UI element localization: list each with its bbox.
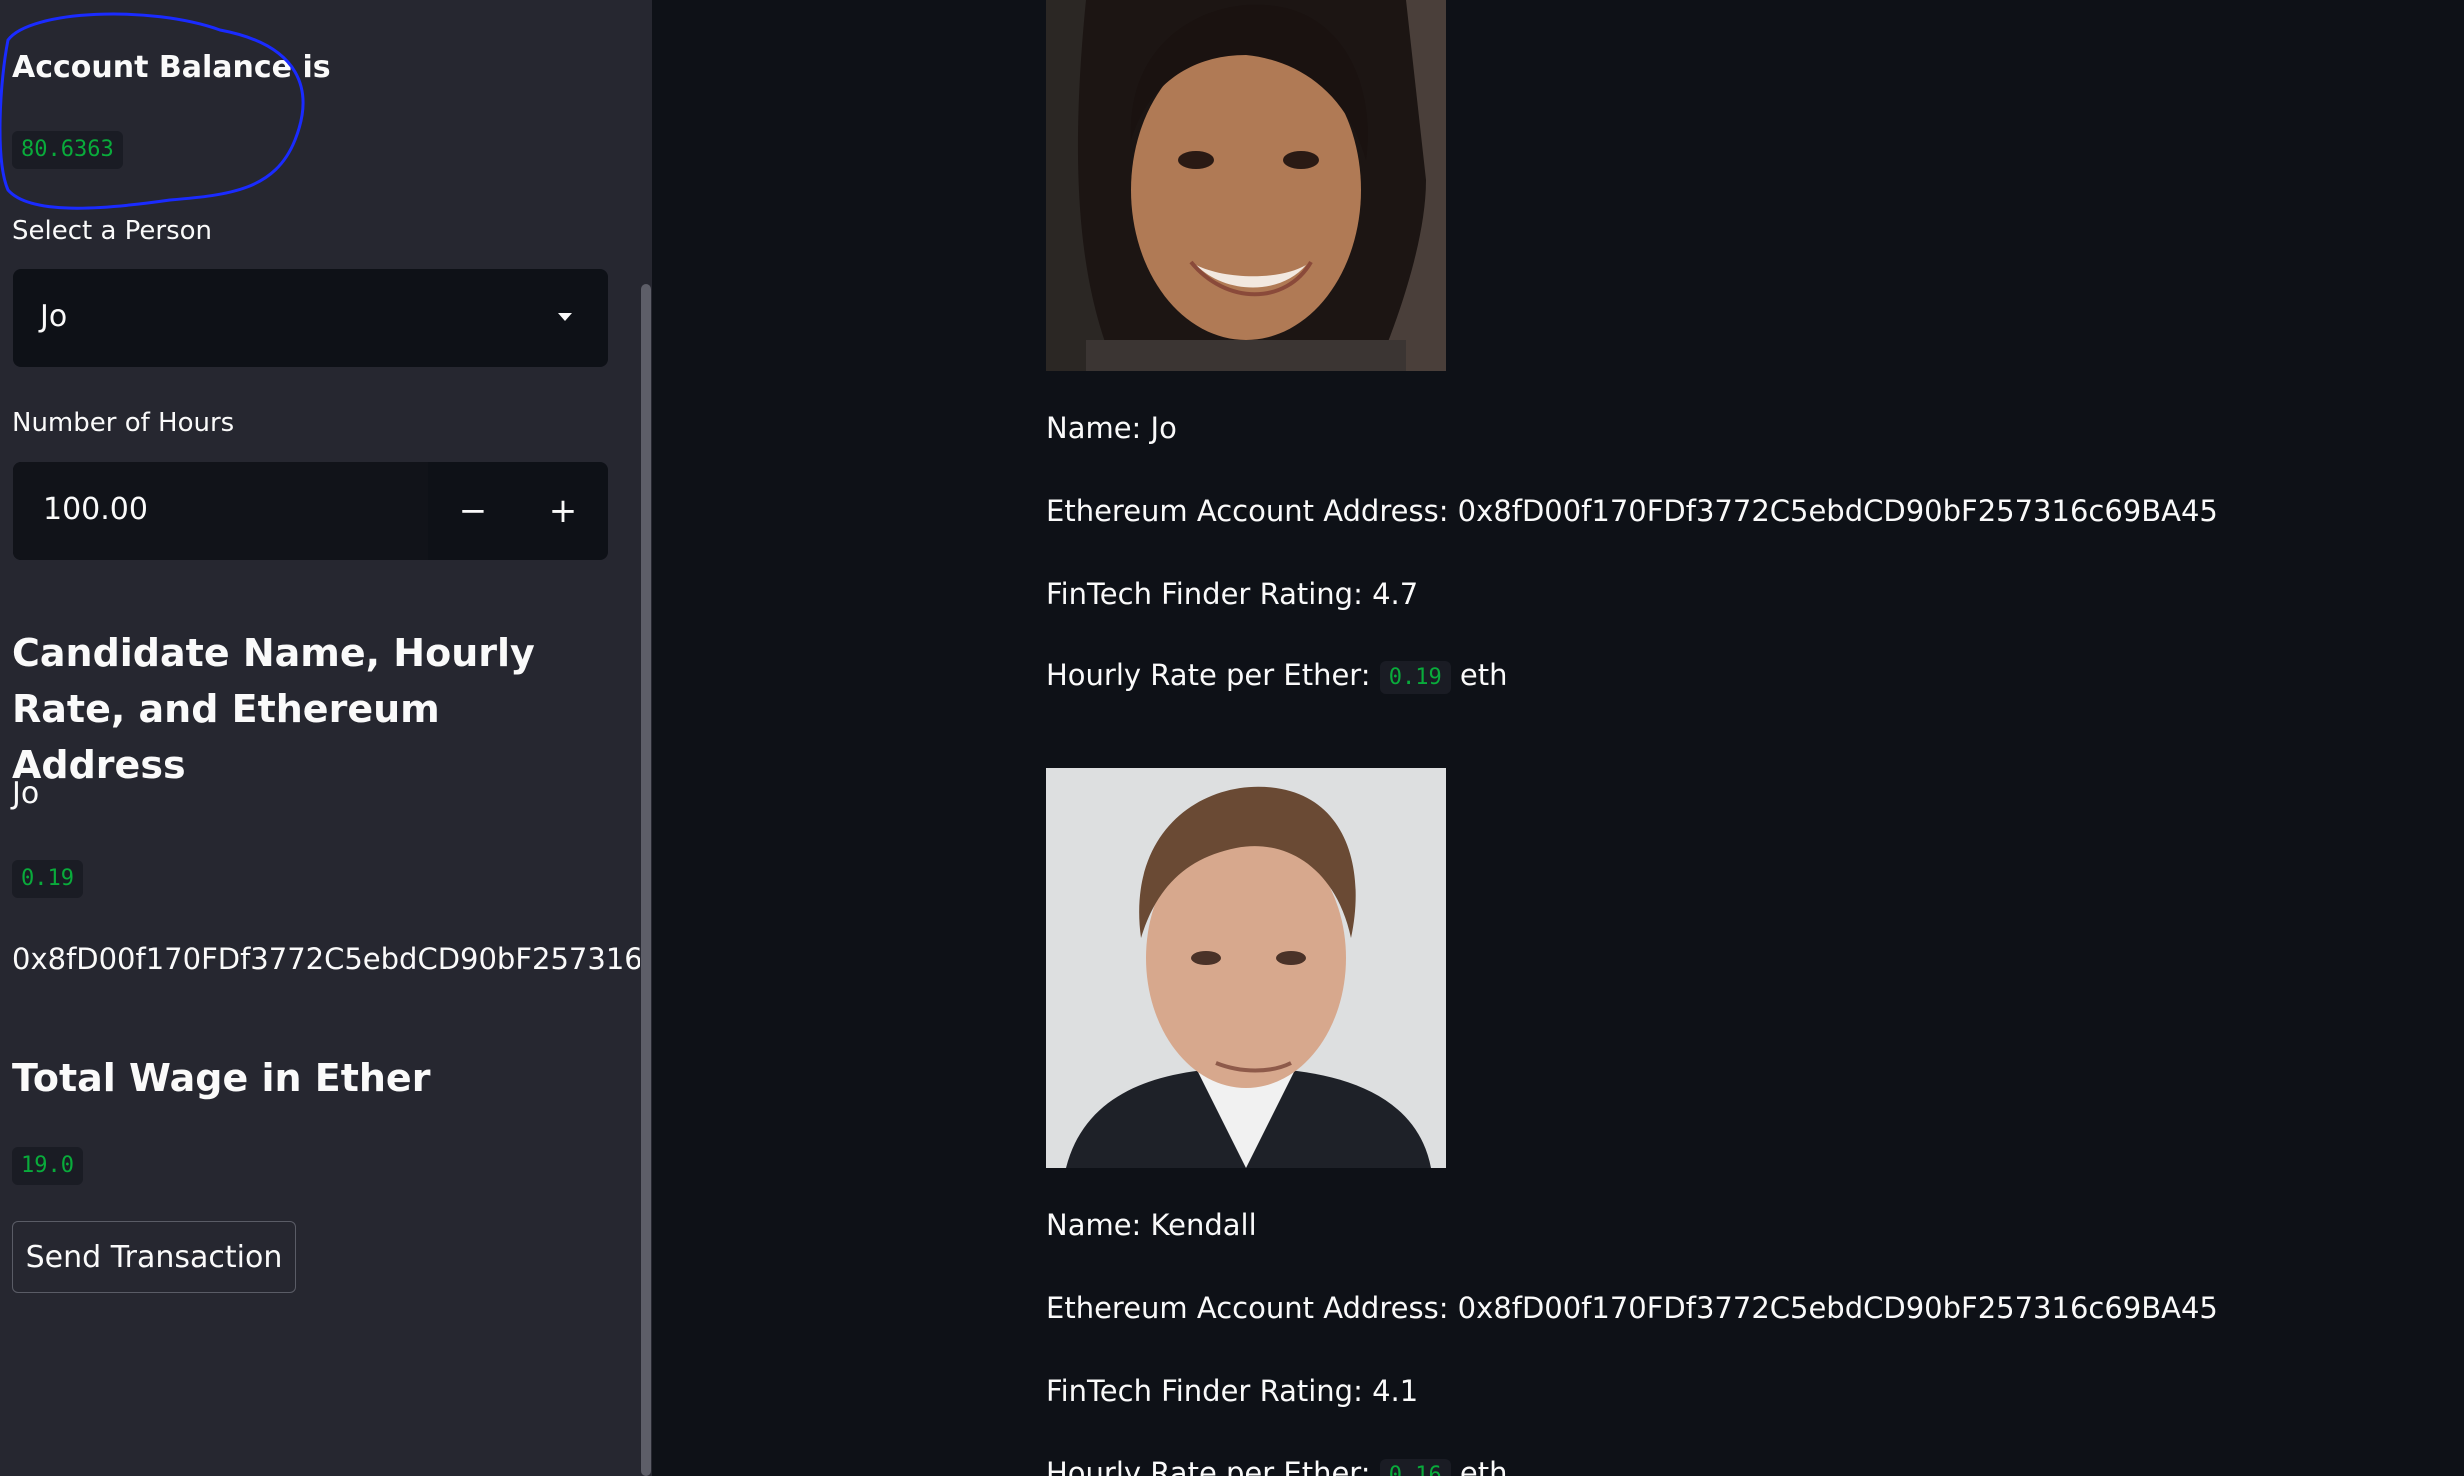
candidate-address-kendall: Ethereum Account Address: 0x8fD00f170FDf… xyxy=(1046,1291,2218,1325)
send-transaction-button[interactable]: Send Transaction xyxy=(12,1221,296,1293)
candidate-photo-kendall xyxy=(1046,768,1446,1168)
person-label: Select a Person xyxy=(12,216,213,246)
increment-button[interactable]: + xyxy=(518,462,608,560)
hours-stepper: 100.00 − + xyxy=(13,462,608,560)
rate-unit: eth xyxy=(1459,658,1508,692)
sidebar: Account Balance is 80.6363 Select a Pers… xyxy=(0,0,652,1476)
candidate-rate-jo: Hourly Rate per Ether: 0.19 eth xyxy=(1046,658,1508,694)
rate-prefix: Hourly Rate per Ether: xyxy=(1046,1456,1371,1476)
candidate-heading: Candidate Name, Hourly Rate, and Ethereu… xyxy=(12,631,535,787)
person-select-value: Jo xyxy=(40,299,68,334)
person-select[interactable]: Jo xyxy=(13,269,608,367)
hours-input[interactable]: 100.00 xyxy=(13,462,428,560)
main-content: Name: Jo Ethereum Account Address: 0x8fD… xyxy=(652,0,2464,1476)
candidate-rate: 0.19 xyxy=(12,860,83,898)
rate-prefix: Hourly Rate per Ether: xyxy=(1046,658,1371,692)
wage-value: 19.0 xyxy=(12,1147,83,1185)
candidate-rating-jo: FinTech Finder Rating: 4.7 xyxy=(1046,577,1419,611)
candidate-address-jo: Ethereum Account Address: 0x8fD00f170FDf… xyxy=(1046,494,2218,528)
annotation-circle xyxy=(0,12,305,210)
sidebar-scrollbar[interactable] xyxy=(641,284,651,1476)
candidate-photo-jo xyxy=(1046,0,1446,371)
wage-heading: Total Wage in Ether xyxy=(12,1056,431,1100)
candidate-rating-kendall: FinTech Finder Rating: 4.1 xyxy=(1046,1374,1419,1408)
chevron-down-icon[interactable] xyxy=(558,313,572,321)
candidate-address: 0x8fD00f170FDf3772C5ebdCD90bF257316c69BA… xyxy=(12,942,640,976)
rate-value: 0.19 xyxy=(1379,660,1451,694)
hours-input-value: 100.00 xyxy=(43,492,148,527)
candidate-rate-kendall: Hourly Rate per Ether: 0.16 eth xyxy=(1046,1456,1508,1476)
portrait-kendall-image xyxy=(1046,768,1446,1168)
candidate-name-jo: Name: Jo xyxy=(1046,411,1177,445)
candidate-name-kendall: Name: Kendall xyxy=(1046,1208,1257,1242)
rate-unit: eth xyxy=(1459,1456,1508,1476)
decrement-button[interactable]: − xyxy=(428,462,518,560)
hours-label: Number of Hours xyxy=(12,408,235,438)
portrait-jo-image xyxy=(1046,0,1446,371)
rate-value: 0.16 xyxy=(1379,1458,1451,1476)
candidate-name: Jo xyxy=(12,776,40,811)
